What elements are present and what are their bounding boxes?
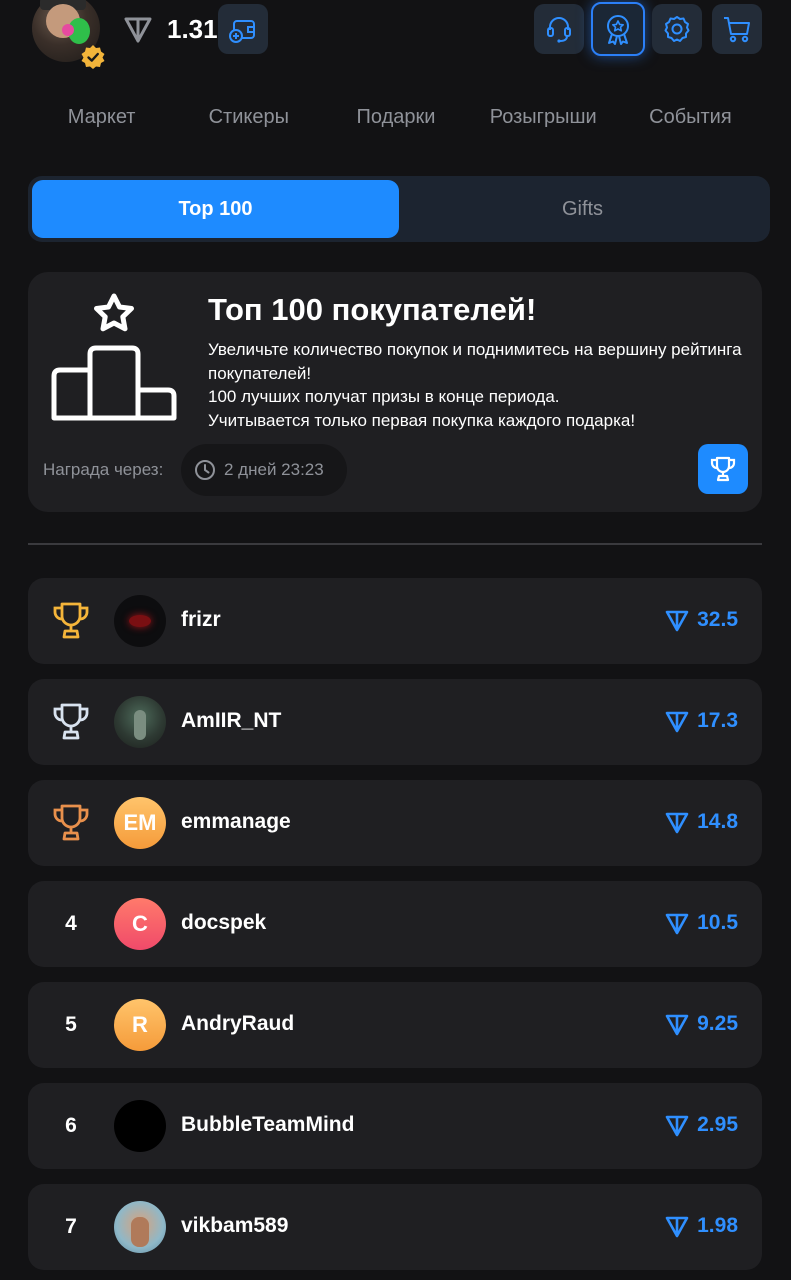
ton-icon: [124, 17, 152, 43]
reward-label: Награда через:: [43, 460, 164, 479]
avatar: [114, 1100, 166, 1152]
nav-events[interactable]: События: [617, 100, 764, 136]
card-title: Топ 100 покупателей!: [208, 292, 537, 327]
clock-icon: [195, 460, 215, 480]
description-line: 100 лучших получат призы в конце периода…: [208, 387, 560, 406]
ton-balance: 1.31: [167, 14, 218, 44]
amount-value: 32.5: [697, 608, 738, 631]
amount-value: 1.98: [697, 1214, 738, 1237]
amount-value: 14.8: [697, 810, 738, 833]
countdown-timer: 2 дней 23:23: [181, 444, 347, 496]
rank-medal: [46, 701, 96, 743]
silver-trophy-icon: [53, 703, 89, 740]
username: docspek: [181, 911, 267, 934]
ton-icon: [665, 1014, 689, 1036]
rank-medal: [46, 600, 96, 642]
wallet-add-icon: [229, 20, 255, 43]
prizes-button[interactable]: [698, 444, 748, 494]
award-icon: [607, 15, 629, 45]
ton-icon: [665, 1216, 689, 1238]
ton-icon: [665, 913, 689, 935]
ton-icon: [665, 812, 689, 834]
amount-value: 9.25: [697, 1012, 738, 1035]
purchase-amount: 17.3: [665, 709, 738, 733]
username: frizr: [181, 608, 221, 631]
card-description: Увеличьте количество покупок и поднимите…: [208, 338, 748, 432]
cart-button[interactable]: [712, 4, 762, 54]
avatar: R: [114, 999, 166, 1051]
avatar: [114, 1201, 166, 1253]
rank-medal: [46, 802, 96, 844]
rating-button[interactable]: [591, 2, 645, 56]
podium-icon: [51, 293, 177, 421]
description-line: Увеличьте количество покупок и поднимите…: [208, 340, 742, 383]
trophy-icon: [710, 456, 736, 482]
username: AmIIR_NT: [181, 709, 282, 732]
support-icon: [547, 17, 571, 43]
purchase-amount: 32.5: [665, 608, 738, 632]
leaderboard-row[interactable]: AmIIR_NT 17.3: [28, 679, 762, 765]
username: BubbleTeamMind: [181, 1113, 355, 1136]
leaderboard-row[interactable]: 4 C docspek 10.5: [28, 881, 762, 967]
avatar: EM: [114, 797, 166, 849]
tab-gifts[interactable]: Gifts: [399, 180, 766, 238]
leaderboard-row[interactable]: frizr 32.5: [28, 578, 762, 664]
settings-button[interactable]: [652, 4, 702, 54]
purchase-amount: 2.95: [665, 1113, 738, 1137]
wallet-add-button[interactable]: [218, 4, 268, 54]
nav-stickers[interactable]: Стикеры: [175, 100, 322, 136]
top-buyers-card: Топ 100 покупателей! Увеличьте количеств…: [28, 272, 762, 512]
cart-icon: [724, 17, 750, 43]
support-button[interactable]: [534, 4, 584, 54]
leaderboard-row[interactable]: 7 vikbam589 1.98: [28, 1184, 762, 1270]
gold-trophy-icon: [53, 602, 89, 639]
tab-top100[interactable]: Top 100: [32, 180, 399, 238]
avatar: [114, 696, 166, 748]
nav-market[interactable]: Маркет: [28, 100, 175, 136]
ton-icon: [665, 610, 689, 632]
main-nav: Маркет Стикеры Подарки Розыгрыши События: [28, 100, 764, 136]
settings-icon: [664, 16, 690, 42]
leaderboard-tabs: Top 100 Gifts: [28, 176, 770, 242]
bronze-trophy-icon: [53, 804, 89, 841]
top-bar: 1.31: [0, 0, 791, 75]
username: AndryRaud: [181, 1012, 295, 1035]
nav-giveaways[interactable]: Розыгрыши: [470, 100, 617, 136]
leaderboard-row[interactable]: 6 BubbleTeamMind 2.95: [28, 1083, 762, 1169]
ton-icon: [665, 711, 689, 733]
username: vikbam589: [181, 1214, 289, 1237]
rank-number: 7: [65, 1215, 77, 1238]
purchase-amount: 10.5: [665, 911, 738, 935]
purchase-amount: 14.8: [665, 810, 738, 834]
timer-text: 2 дней 23:23: [224, 460, 324, 479]
leaderboard-row[interactable]: 5 R AndryRaud 9.25: [28, 982, 762, 1068]
avatar: C: [114, 898, 166, 950]
divider: [28, 543, 762, 545]
username: emmanage: [181, 810, 291, 833]
rank-number: 6: [65, 1114, 77, 1137]
rank-number: 4: [65, 912, 77, 935]
nav-gifts[interactable]: Подарки: [322, 100, 469, 136]
avatar: [114, 595, 166, 647]
ton-icon: [665, 1115, 689, 1137]
description-line: Учитывается только первая покупка каждог…: [208, 410, 636, 430]
amount-value: 17.3: [697, 709, 738, 732]
verified-badge-icon: [81, 45, 105, 69]
rank-number: 5: [65, 1013, 77, 1036]
amount-value: 10.5: [697, 911, 738, 934]
purchase-amount: 9.25: [665, 1012, 738, 1036]
purchase-amount: 1.98: [665, 1214, 738, 1238]
leaderboard-row[interactable]: EM emmanage 14.8: [28, 780, 762, 866]
amount-value: 2.95: [697, 1113, 738, 1136]
